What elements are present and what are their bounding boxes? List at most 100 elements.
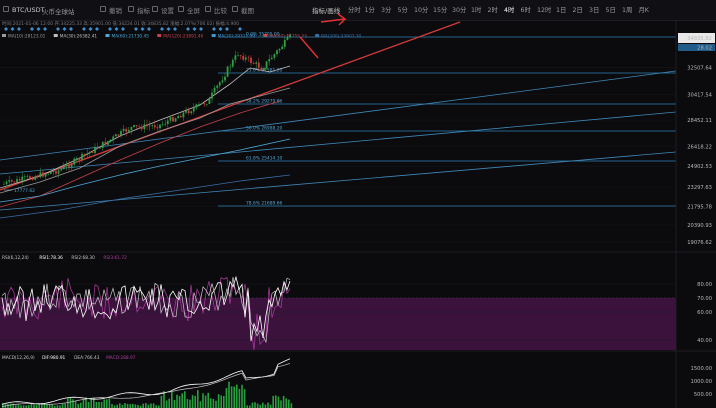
candle-body xyxy=(156,127,159,129)
marker-diamond xyxy=(238,27,242,31)
candle-body xyxy=(140,126,143,130)
marker-diamond xyxy=(225,27,229,31)
fib-level-label: 61.8% 25414.10 xyxy=(246,156,283,162)
price-axis-label: 19076.62 xyxy=(687,240,712,246)
candle-body xyxy=(265,61,268,69)
macd-axis-label: 1000.00 xyxy=(691,379,712,385)
macd-histogram-bar xyxy=(277,396,280,408)
marker-diamond xyxy=(30,27,34,31)
candle-body xyxy=(237,55,239,56)
candle-body xyxy=(44,174,47,177)
macd-histogram-bar xyxy=(160,395,163,408)
macd-axis-label: 500.00 xyxy=(694,392,712,398)
marker-diamond xyxy=(108,27,112,31)
candle-body xyxy=(164,123,167,125)
candle-body xyxy=(278,49,281,51)
candle-body xyxy=(86,153,89,155)
candle-body xyxy=(36,176,39,178)
rsi-legend-item: RSI(6,12,24) xyxy=(2,255,29,261)
marker-diamond xyxy=(218,27,223,31)
candle-body xyxy=(151,125,154,126)
ma-legend-swatch xyxy=(315,34,320,37)
candle-body xyxy=(122,128,125,132)
candle-body xyxy=(211,92,213,99)
macd-histogram-bar xyxy=(69,397,72,408)
candle-body xyxy=(205,104,208,105)
macd-histogram-bar xyxy=(119,403,121,408)
candle-body xyxy=(283,39,286,47)
candle-body xyxy=(169,117,172,121)
candle-body xyxy=(29,176,31,179)
candle-body xyxy=(68,164,70,168)
candle-body xyxy=(49,172,52,174)
marker-diamond xyxy=(134,27,138,31)
macd-dif-line xyxy=(1,358,291,405)
macd-histogram-bar xyxy=(7,404,9,408)
candle-body xyxy=(242,55,245,60)
macd-histogram-bar xyxy=(100,401,103,408)
low-price-marker: 17777.62 xyxy=(14,188,35,194)
macd-histogram-bar xyxy=(168,398,170,408)
rsi-legend-item: RSI1:78.36 xyxy=(39,255,63,261)
candle-body xyxy=(112,136,115,140)
ma-legend-swatch xyxy=(157,34,162,37)
candle-body xyxy=(107,141,109,145)
candlestick-chart[interactable]: MA(10):28123.01 MA(30):26382.41 MA(60):217… xyxy=(0,0,716,408)
marker-diamond xyxy=(4,27,8,31)
marker-diamond xyxy=(88,27,93,31)
macd-histogram-bar xyxy=(189,399,191,408)
macd-dea-line xyxy=(1,363,291,407)
candle-body xyxy=(135,125,138,127)
price-axis-label: 26418.22 xyxy=(687,144,712,150)
candle-body xyxy=(231,59,234,67)
macd-histogram-bar xyxy=(64,403,66,408)
ma-legend-item: MA(30):26382.41 xyxy=(60,34,98,40)
macd-histogram-bar xyxy=(87,401,90,408)
macd-histogram-bar xyxy=(241,384,243,408)
macd-histogram-bar xyxy=(74,401,77,408)
candle-body xyxy=(263,68,265,71)
macd-histogram-bar xyxy=(217,394,220,408)
macd-histogram-bar xyxy=(202,393,204,408)
marker-diamond xyxy=(147,27,151,31)
macd-legend-item: MACD:288.97 xyxy=(106,355,136,361)
candle-body xyxy=(273,54,276,58)
marker-diamond xyxy=(186,27,190,31)
macd-histogram-bar xyxy=(176,394,178,408)
marker-diamond xyxy=(212,27,216,31)
candle-body xyxy=(26,176,29,177)
macd-histogram-bar xyxy=(61,403,64,408)
macd-histogram-bar xyxy=(194,395,196,408)
candle-body xyxy=(250,57,252,64)
candle-body xyxy=(166,120,169,124)
macd-histogram-bar xyxy=(173,399,176,408)
macd-histogram-bar xyxy=(72,399,74,408)
macd-histogram-bar xyxy=(108,398,111,408)
candle-body xyxy=(161,124,164,125)
annotation-arrow xyxy=(320,13,347,26)
candle-body xyxy=(10,180,13,182)
candle-body xyxy=(174,118,177,122)
candle-body xyxy=(3,183,5,185)
candle-body xyxy=(159,124,161,129)
price-axis-label: 21795.78 xyxy=(687,205,712,211)
candle-body xyxy=(234,55,237,60)
macd-histogram-bar xyxy=(82,399,85,408)
candle-body xyxy=(91,151,94,153)
macd-histogram-bar xyxy=(132,403,134,408)
candle-body xyxy=(198,104,200,105)
candle-body xyxy=(130,127,133,131)
candle-body xyxy=(62,166,65,169)
macd-histogram-bar xyxy=(225,388,228,408)
marker-diamond xyxy=(62,27,67,31)
macd-histogram-bar xyxy=(95,402,98,408)
ma-legend-item: MA(60):21730.45 xyxy=(112,34,150,40)
macd-histogram-bar xyxy=(282,395,285,408)
marker-diamond xyxy=(10,27,15,31)
candle-body xyxy=(146,124,148,127)
rsi-axis-label: 70.00 xyxy=(697,296,712,302)
current-price-label: 34835.82 xyxy=(687,36,712,42)
macd-histogram-bar xyxy=(243,389,246,408)
rsi-overbought-band xyxy=(0,298,676,350)
marker-diamond xyxy=(43,27,47,31)
